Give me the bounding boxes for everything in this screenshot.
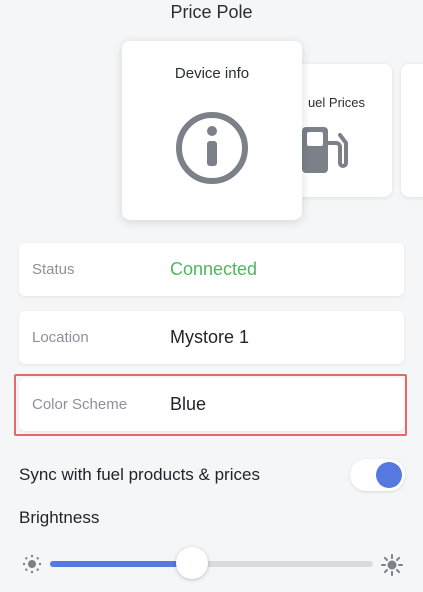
- brightness-label: Brightness: [19, 508, 100, 527]
- toggle-knob: [376, 462, 402, 488]
- location-row[interactable]: Location Mystore 1: [19, 311, 404, 364]
- device-info-label: Device info: [174, 65, 250, 82]
- next-card-partial[interactable]: [401, 64, 423, 197]
- sync-toggle[interactable]: [350, 459, 405, 491]
- brightness-high-icon: [381, 554, 403, 576]
- brightness-slider-fill: [50, 561, 193, 567]
- fuel-pump-icon: [302, 127, 348, 173]
- brightness-slider[interactable]: [50, 547, 373, 579]
- sync-label: Sync with fuel products & prices: [19, 465, 260, 484]
- status-row: Status Connected: [19, 243, 404, 296]
- color-scheme-highlight: [14, 374, 407, 436]
- brightness-slider-thumb[interactable]: [176, 547, 209, 579]
- brightness-low-icon: [22, 554, 42, 574]
- page-title: Price Pole: [170, 2, 253, 22]
- status-value: Connected: [170, 259, 258, 279]
- status-label: Status: [32, 261, 75, 278]
- location-value: Mystore 1: [170, 327, 250, 347]
- device-info-card[interactable]: Device info: [122, 41, 302, 220]
- location-label: Location: [32, 329, 89, 346]
- info-circle-icon: [176, 112, 248, 184]
